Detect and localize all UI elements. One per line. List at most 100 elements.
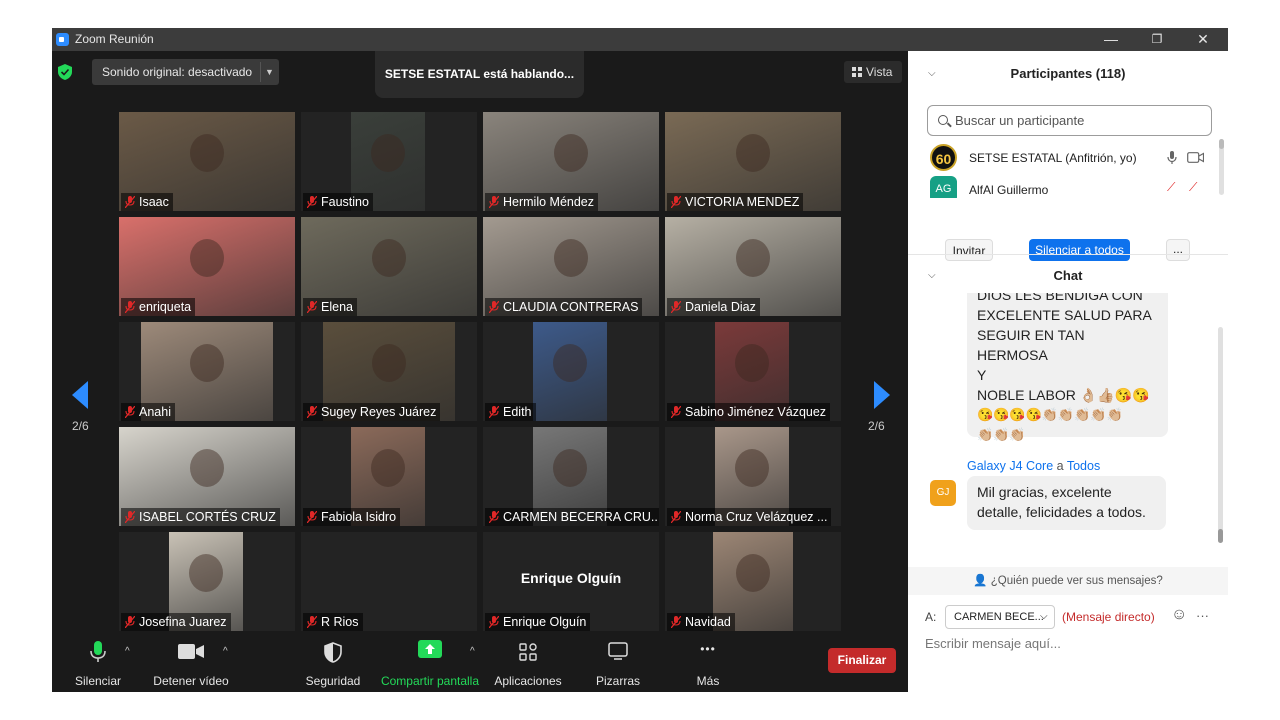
chat-scrollbar[interactable]	[1218, 529, 1223, 543]
whiteboard-icon	[608, 642, 628, 660]
video-camera-icon[interactable]	[1187, 152, 1204, 163]
microphone-icon[interactable]	[1167, 151, 1177, 165]
chat-message-input[interactable]: Escribir mensaje aquí...	[925, 636, 1215, 658]
participant-video-tile[interactable]: Sugey Reyes Juárez	[301, 322, 477, 421]
invite-button[interactable]: Invitar	[945, 239, 993, 261]
who-can-see-link[interactable]: 👤 ¿Quién puede ver sus mensajes?	[908, 567, 1228, 595]
muted-microphone-icon	[307, 406, 317, 418]
chat-message-line: EXCELENTE SALUD PARA	[977, 307, 1152, 323]
participant-name-label: Elena	[303, 298, 357, 316]
mute-button[interactable]: Silenciar	[68, 634, 128, 692]
muted-microphone-icon	[307, 301, 317, 313]
participant-video-tile[interactable]: Elena	[301, 217, 477, 316]
security-button[interactable]: Seguridad	[302, 634, 364, 692]
participant-video-tile[interactable]: R Rios	[301, 532, 477, 631]
participant-silhouette	[553, 449, 587, 487]
muted-microphone-icon	[125, 616, 135, 628]
participants-header: Participantes (118)	[1010, 66, 1126, 81]
close-button[interactable]: ✕	[1180, 28, 1226, 51]
who-can-see-label: ¿Quién puede ver sus mensajes?	[990, 575, 1163, 587]
end-meeting-button[interactable]: Finalizar	[828, 648, 896, 673]
share-options-caret-icon[interactable]: ^	[470, 646, 475, 657]
zoom-window: Zoom Reunión — ❐ ✕ Sonido original: desa…	[52, 28, 1228, 692]
participant-video-tile[interactable]: ISABEL CORTÉS CRUZ	[119, 427, 295, 526]
participant-video-tile[interactable]: Fabiola Isidro	[301, 427, 477, 526]
chat-more-icon[interactable]: ···	[1196, 608, 1209, 623]
participant-name-label: CLAUDIA CONTRERAS	[485, 298, 643, 316]
participant-silhouette	[371, 134, 405, 172]
grid-view-icon	[852, 67, 862, 77]
participant-video-tile[interactable]: Isaac	[119, 112, 295, 211]
participant-avatar: AG	[930, 176, 957, 198]
participant-video-tile[interactable]: Anahi	[119, 322, 295, 421]
minimize-button[interactable]: —	[1088, 28, 1134, 51]
stop-video-button[interactable]: Detener vídeo	[152, 634, 230, 692]
muted-microphone-icon	[125, 406, 135, 418]
whiteboards-button[interactable]: Pizarras	[592, 634, 644, 692]
participants-more-button[interactable]: ...	[1166, 239, 1190, 261]
more-button[interactable]: ••• Más	[686, 634, 730, 692]
participant-name: ISABEL CORTÉS CRUZ	[139, 510, 276, 524]
participant-video-tile[interactable]: Navidad	[665, 532, 841, 631]
muted-microphone-icon	[671, 196, 681, 208]
view-button[interactable]: Vista	[844, 61, 902, 83]
zoom-app-icon	[56, 33, 69, 46]
participant-video-tile[interactable]: CARMEN BECERRA CRU...	[483, 427, 659, 526]
participant-search-input[interactable]: Buscar un participante	[927, 105, 1212, 136]
participants-scrollbar[interactable]	[1219, 139, 1224, 149]
restore-button[interactable]: ❐	[1134, 28, 1180, 51]
participant-silhouette	[372, 344, 406, 382]
participant-name: Hermilo Méndez	[503, 195, 595, 209]
apps-button[interactable]: Aplicaciones	[492, 634, 564, 692]
stop-video-label: Detener vídeo	[153, 674, 229, 688]
participant-video-tile[interactable]: Faustino	[301, 112, 477, 211]
participant-video-tile[interactable]: Edith	[483, 322, 659, 421]
muted-microphone-icon	[125, 511, 135, 523]
participant-video-tile[interactable]: VICTORIA MENDEZ	[665, 112, 841, 211]
participant-video-tile[interactable]: Daniela Diaz	[665, 217, 841, 316]
chevron-down-icon[interactable]: ▼	[265, 59, 274, 85]
original-sound-toggle[interactable]: Sonido original: desactivado ▼	[92, 59, 279, 85]
participant-name-label: Josefina Juarez	[121, 613, 231, 631]
participant-name: R Rios	[321, 615, 359, 629]
participant-name: Anahi	[139, 405, 171, 419]
meeting-area: Sonido original: desactivado ▼ SETSE EST…	[52, 51, 908, 692]
participant-name-label: enriqueta	[121, 298, 196, 316]
share-screen-button[interactable]: Compartir pantalla	[378, 634, 482, 692]
participant-video-tile[interactable]: Enrique Olguín Enrique Olguín	[483, 532, 659, 631]
participant-name: Norma Cruz Velázquez ...	[685, 510, 828, 524]
participant-center-name: Enrique Olguín	[520, 570, 622, 586]
recipient-select[interactable]: CARMEN BECE... ⌵	[945, 605, 1055, 629]
muted-microphone-icon	[489, 511, 499, 523]
emoji-icon[interactable]: ☺	[1171, 606, 1187, 624]
participant-video-tile[interactable]: enriqueta	[119, 217, 295, 316]
muted-microphone-icon	[307, 196, 317, 208]
chat-sender[interactable]: Galaxy J4 Core	[967, 459, 1053, 473]
muted-microphone-icon[interactable]: ⟋	[1167, 180, 1175, 195]
chat-header: Chat	[1053, 268, 1083, 283]
next-page-arrow-icon[interactable]	[874, 381, 890, 409]
chat-message-line: DIOS LES BENDIGA CON	[977, 293, 1143, 303]
chat-recipient[interactable]: Todos	[1067, 459, 1100, 473]
participant-name: Daniela Diaz	[685, 300, 756, 314]
encryption-shield-icon[interactable]	[58, 64, 72, 80]
muted-microphone-icon	[489, 616, 499, 628]
participant-video-tile[interactable]: Josefina Juarez	[119, 532, 295, 631]
search-icon	[938, 115, 948, 125]
participant-video-tile[interactable]: Hermilo Méndez	[483, 112, 659, 211]
apps-label: Aplicaciones	[494, 674, 562, 688]
participant-row[interactable]: 60 SETSE ESTATAL (Anfitrión, yo)	[908, 144, 1220, 174]
muted-microphone-icon	[489, 196, 499, 208]
participant-name-label: Isaac	[121, 193, 173, 211]
video-options-caret-icon[interactable]: ^	[223, 646, 228, 657]
previous-page-arrow-icon[interactable]	[72, 381, 88, 409]
participant-video-tile[interactable]: CLAUDIA CONTRERAS	[483, 217, 659, 316]
mute-all-button[interactable]: Silenciar a todos	[1029, 239, 1130, 261]
participant-row[interactable]: AG AlfAl Guillermo ⟋ ⟋	[908, 176, 1220, 198]
audio-options-caret-icon[interactable]: ^	[125, 646, 130, 657]
participant-video-tile[interactable]: Norma Cruz Velázquez ...	[665, 427, 841, 526]
page-indicator-left: 2/6	[72, 419, 89, 433]
participant-silhouette	[554, 239, 588, 277]
participant-video-tile[interactable]: Sabino Jiménez Vázquez	[665, 322, 841, 421]
video-off-icon[interactable]: ⟋	[1189, 180, 1197, 195]
